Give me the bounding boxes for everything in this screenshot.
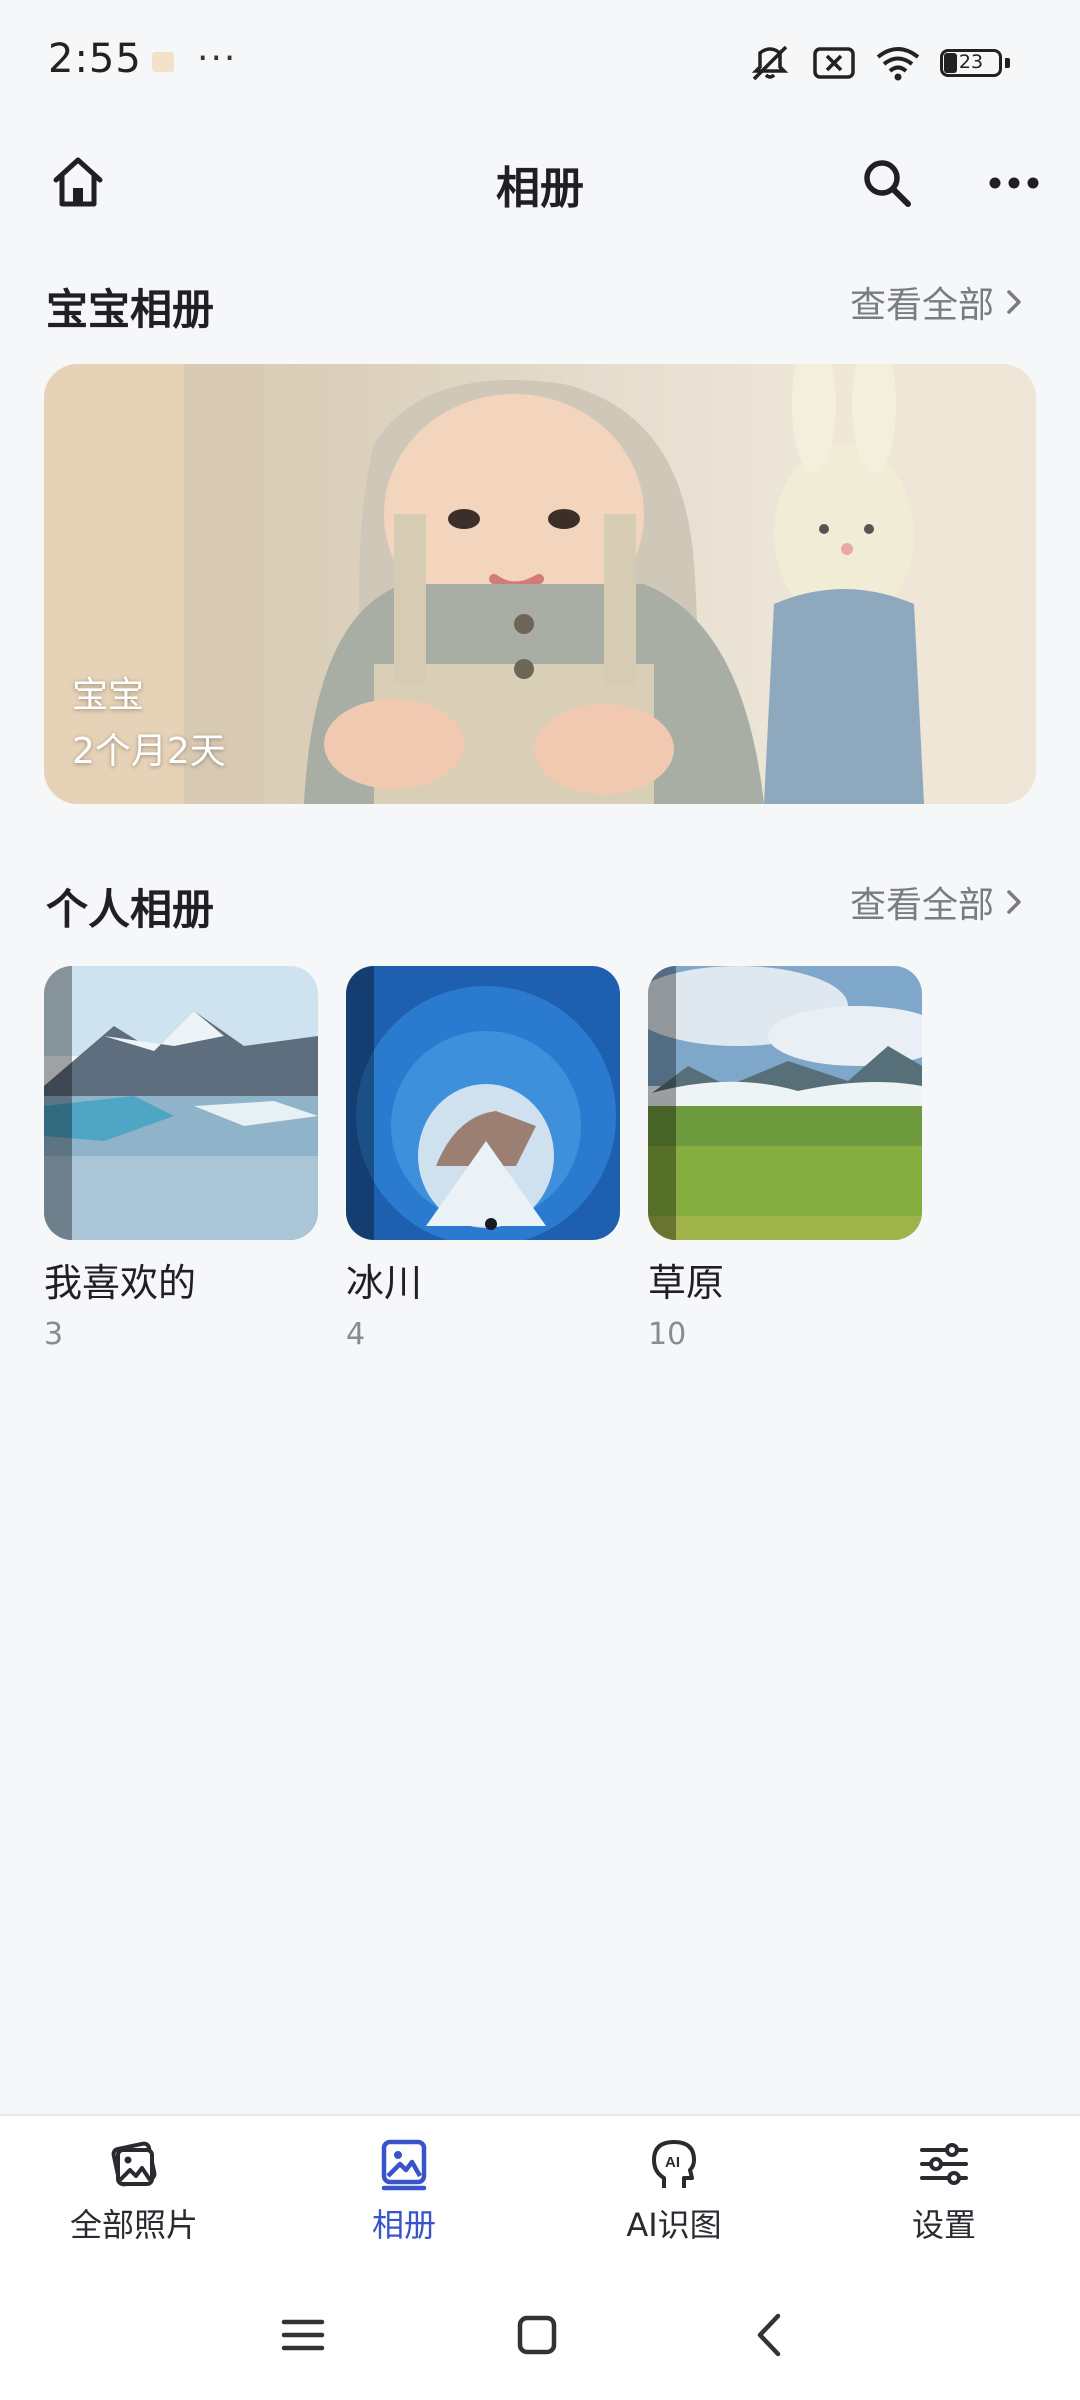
see-all-label: 查看全部 bbox=[849, 885, 994, 926]
svg-text:AI: AI bbox=[665, 2154, 680, 2171]
settings-sliders-icon bbox=[920, 2143, 968, 2185]
nav-item-ai-recognition[interactable]: AI AI识图 bbox=[564, 2136, 784, 2246]
nav-label: 全部照片 bbox=[69, 2206, 198, 2244]
album-card-grassland[interactable]: 草原 10 bbox=[648, 966, 922, 1352]
album-count: 10 bbox=[648, 1317, 687, 1352]
photos-icon bbox=[111, 2141, 157, 2187]
see-all-label: 查看全部 bbox=[849, 285, 994, 326]
baby-age: 2个月2天 bbox=[72, 731, 226, 772]
album-name: 我喜欢的 bbox=[44, 1261, 197, 1305]
ai-head-icon: AI bbox=[652, 2140, 696, 2188]
chevron-right-icon bbox=[1007, 290, 1021, 314]
battery-level: 23 bbox=[958, 51, 984, 73]
baby-name: 宝宝 bbox=[72, 675, 145, 716]
album-card-favorites[interactable]: 我喜欢的 3 bbox=[44, 966, 318, 1352]
album-card-glacier[interactable]: 冰川 4 bbox=[346, 966, 620, 1352]
square-icon bbox=[517, 2315, 557, 2355]
album-thumbnail bbox=[648, 966, 922, 1240]
status-icons: 23 bbox=[746, 40, 1010, 90]
home-system-button[interactable] bbox=[512, 2310, 562, 2360]
nav-item-all-photos[interactable]: 全部照片 bbox=[24, 2136, 244, 2246]
wifi-icon bbox=[874, 45, 922, 85]
more-icon bbox=[989, 177, 1039, 189]
personal-see-all-link[interactable]: 查看全部 bbox=[850, 876, 1022, 928]
small-notification-icon bbox=[152, 52, 174, 72]
personal-album-section-title: 个人相册 bbox=[46, 885, 215, 934]
album-count: 4 bbox=[346, 1317, 366, 1352]
nav-label: 设置 bbox=[911, 2206, 976, 2244]
baby-see-all-link[interactable]: 查看全部 bbox=[850, 276, 1022, 328]
vibrate-off-icon bbox=[746, 43, 794, 87]
album-thumbnail bbox=[346, 966, 620, 1240]
album-name: 草原 bbox=[648, 1261, 725, 1305]
nav-label: 相册 bbox=[371, 2206, 436, 2244]
back-system-button[interactable] bbox=[746, 2310, 796, 2360]
recent-apps-button[interactable] bbox=[278, 2310, 328, 2360]
more-notifications-indicator: ··· bbox=[197, 38, 238, 79]
chevron-right-icon bbox=[1007, 890, 1021, 914]
baby-album-section-title: 宝宝相册 bbox=[46, 285, 215, 334]
baby-card-caption: 宝宝 2个月2天 bbox=[72, 668, 226, 780]
nav-item-settings[interactable]: 设置 bbox=[834, 2136, 1054, 2246]
status-time: 2:55 bbox=[48, 36, 142, 82]
album-count: 3 bbox=[44, 1317, 64, 1352]
sim-x-icon bbox=[812, 45, 856, 85]
nav-label: AI识图 bbox=[626, 2206, 722, 2244]
album-name: 冰川 bbox=[346, 1261, 423, 1305]
album-icon bbox=[381, 2139, 427, 2191]
more-options-button[interactable] bbox=[982, 148, 1046, 218]
nav-item-albums[interactable]: 相册 bbox=[294, 2136, 514, 2246]
album-thumbnail bbox=[44, 966, 318, 1240]
back-icon bbox=[757, 2313, 781, 2357]
search-button[interactable] bbox=[852, 148, 922, 218]
menu-icon bbox=[281, 2319, 325, 2351]
search-icon bbox=[864, 160, 911, 207]
battery-icon: 23 bbox=[940, 49, 1010, 81]
